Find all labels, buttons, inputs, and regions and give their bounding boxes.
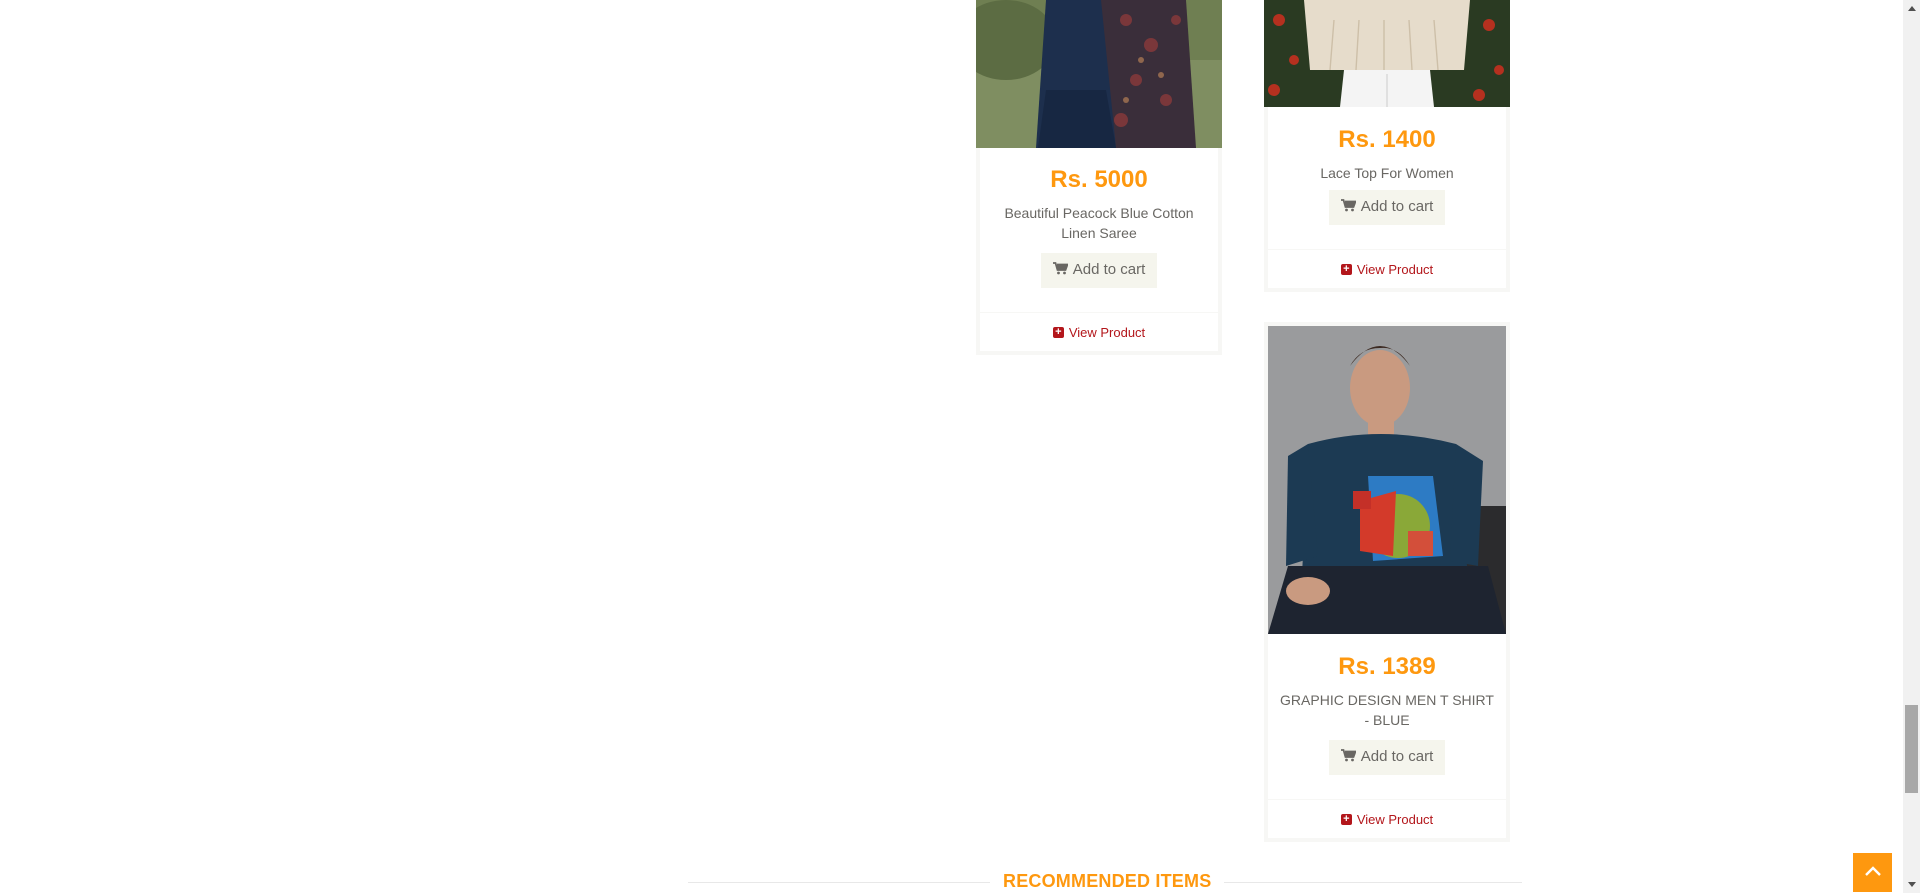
- page-scrollbar[interactable]: [1903, 0, 1920, 893]
- shopping-cart-icon: [1340, 749, 1357, 766]
- product-image: [1268, 326, 1506, 634]
- scroll-up-arrow-icon[interactable]: [1903, 0, 1920, 17]
- product-price: Rs. 5000: [1050, 166, 1148, 193]
- view-product-label: View Product: [1356, 261, 1434, 277]
- product-price: Rs. 1400: [1338, 126, 1436, 153]
- recommended-items-title: RECOMMENDED ITEMS: [990, 871, 1225, 892]
- product-card: Rs. 5000 Beautiful Peacock Blue Cotton L…: [976, 0, 1222, 355]
- scroll-to-top-button[interactable]: [1853, 853, 1892, 892]
- shopping-cart-icon: [1340, 199, 1357, 216]
- chevron-up-icon: [1864, 864, 1882, 882]
- add-to-cart-button[interactable]: Add to cart: [1040, 253, 1158, 288]
- add-to-cart-label: Add to cart: [1360, 198, 1434, 215]
- saree-photo: [976, 0, 1222, 148]
- product-name: Lace Top For Women: [1320, 165, 1454, 181]
- graphic-tshirt-photo: [1268, 326, 1506, 634]
- product-image: [1264, 0, 1510, 107]
- product-card: Rs. 1400 Lace Top For Women Add to cart …: [1264, 0, 1510, 292]
- plus-square-icon: +: [1052, 326, 1064, 338]
- scroll-down-arrow-icon[interactable]: [1903, 876, 1920, 893]
- view-product-label: View Product: [1356, 811, 1434, 827]
- scrollbar-thumb[interactable]: [1905, 705, 1918, 793]
- view-product-label: View Product: [1068, 324, 1146, 340]
- plus-square-icon: +: [1340, 813, 1352, 825]
- product-image: [976, 0, 1222, 148]
- plus-square-icon: +: [1340, 263, 1352, 275]
- view-product-link[interactable]: + View Product: [1340, 811, 1434, 827]
- card-footer: + View Product: [1268, 799, 1506, 838]
- card-footer: + View Product: [1268, 249, 1506, 288]
- add-to-cart-label: Add to cart: [1072, 261, 1146, 278]
- view-product-link[interactable]: + View Product: [1052, 324, 1146, 340]
- add-to-cart-button[interactable]: Add to cart: [1328, 740, 1446, 775]
- product-price: Rs. 1389: [1338, 653, 1436, 680]
- add-to-cart-label: Add to cart: [1360, 748, 1434, 765]
- add-to-cart-button[interactable]: Add to cart: [1328, 190, 1446, 225]
- lace-top-photo: [1264, 0, 1510, 107]
- product-card: Rs. 1389 GRAPHIC DESIGN MEN T SHIRT - BL…: [1264, 322, 1510, 842]
- product-name: Beautiful Peacock Blue Cotton Linen Sare…: [1004, 205, 1194, 241]
- card-footer: + View Product: [980, 312, 1218, 351]
- view-product-link[interactable]: + View Product: [1340, 261, 1434, 277]
- product-name: GRAPHIC DESIGN MEN T SHIRT - BLUE: [1280, 692, 1494, 728]
- shopping-cart-icon: [1052, 262, 1069, 279]
